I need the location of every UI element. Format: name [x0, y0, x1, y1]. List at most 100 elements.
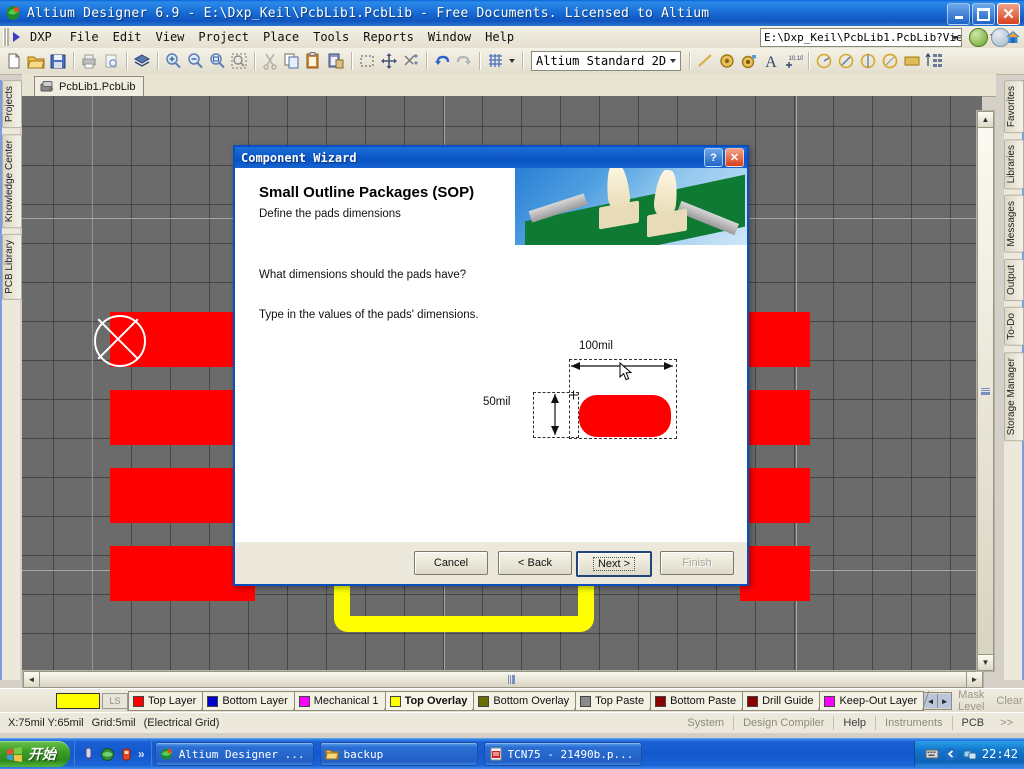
layer-tab-drill-guide[interactable]: Drill Guide: [742, 691, 821, 711]
clear-button[interactable]: Clear: [990, 695, 1024, 707]
select-area-icon[interactable]: [357, 51, 377, 71]
panel-tab-favorites[interactable]: Favorites: [1004, 80, 1024, 134]
layer-tab-bottom-paste[interactable]: Bottom Paste: [650, 691, 744, 711]
undo-icon[interactable]: [432, 51, 452, 71]
panel-tab-messages[interactable]: Messages: [1004, 195, 1024, 254]
panel-tab-pcb-library[interactable]: PCB Library: [2, 234, 22, 301]
canvas-vscrollbar[interactable]: ▲ ▼: [976, 110, 995, 672]
menu-tools[interactable]: Tools: [306, 28, 356, 46]
place-arc-edge-icon[interactable]: [836, 51, 856, 71]
place-pad-icon[interactable]: [717, 51, 737, 71]
panel-tab-todo[interactable]: To-Do: [1004, 307, 1024, 346]
status-system-button[interactable]: System: [680, 715, 731, 731]
place-arc-center-icon[interactable]: [814, 51, 834, 71]
layer-tab-mechanical-1[interactable]: Mechanical 1: [293, 691, 386, 711]
document-tab-pcblib[interactable]: PcbLib1.PcbLib: [34, 76, 145, 96]
paste-special-icon[interactable]: [326, 51, 346, 71]
pcb-pad-6[interactable]: [740, 468, 810, 523]
panel-tab-projects[interactable]: Projects: [2, 80, 22, 129]
scroll-left-button[interactable]: ◄: [23, 671, 40, 688]
place-via-icon[interactable]: [739, 51, 759, 71]
view-config-select[interactable]: Altium Standard 2D: [531, 51, 681, 71]
status-help-button[interactable]: Help: [836, 715, 873, 731]
navigate-back-button[interactable]: [969, 28, 988, 47]
dialog-close-button[interactable]: ✕: [725, 148, 744, 167]
vscroll-thumb[interactable]: [977, 127, 994, 655]
menu-help[interactable]: Help: [478, 28, 521, 46]
mask-level-button[interactable]: Mask Level: [952, 689, 990, 713]
pcb-pad-7[interactable]: [740, 390, 810, 445]
panel-tab-libraries[interactable]: Libraries: [1004, 139, 1024, 190]
paste-icon[interactable]: [304, 51, 324, 71]
move-icon[interactable]: [379, 51, 399, 71]
panel-tab-knowledge-center[interactable]: Knowledge Center: [2, 134, 22, 229]
place-line-icon[interactable]: [695, 51, 715, 71]
taskbar-item-altium[interactable]: Altium Designer ...: [154, 742, 314, 766]
scroll-up-button[interactable]: ▲: [977, 111, 994, 128]
menu-reports[interactable]: Reports: [356, 28, 421, 46]
layer-tab-bottom-layer[interactable]: Bottom Layer: [202, 691, 295, 711]
cancel-button[interactable]: Cancel: [414, 551, 488, 575]
copy-icon[interactable]: [282, 51, 302, 71]
grid-chevron-down-icon[interactable]: [509, 59, 515, 63]
place-full-circle-icon[interactable]: [880, 51, 900, 71]
layer-tab-top-paste[interactable]: Top Paste: [575, 691, 652, 711]
new-document-icon[interactable]: [4, 51, 24, 71]
scroll-down-button[interactable]: ▼: [977, 654, 994, 671]
tray-network-icon[interactable]: [963, 747, 977, 761]
clear-selection-icon[interactable]: [401, 51, 421, 71]
array-paste-icon[interactable]: [924, 51, 944, 71]
menu-file[interactable]: File: [63, 28, 106, 46]
quicklaunch-media-icon[interactable]: [81, 747, 96, 762]
maximize-button[interactable]: [972, 3, 995, 25]
print-icon[interactable]: [79, 51, 99, 71]
tray-keyboard-icon[interactable]: [925, 747, 939, 761]
scroll-right-button[interactable]: ►: [966, 671, 983, 688]
close-button[interactable]: ✕: [997, 3, 1020, 25]
taskbar-item-pdf[interactable]: TCN75 - 21490b.p...: [483, 742, 643, 766]
open-folder-icon[interactable]: [26, 51, 46, 71]
place-coordinate-icon[interactable]: 10,10: [783, 51, 804, 71]
menu-view[interactable]: View: [149, 28, 192, 46]
place-fill-icon[interactable]: [902, 51, 922, 71]
component-wizard-dialog[interactable]: Component Wizard ? ✕ Small Outline Packa…: [233, 145, 749, 586]
place-string-icon[interactable]: A: [761, 51, 781, 71]
minimize-button[interactable]: [947, 3, 970, 25]
canvas-hscrollbar[interactable]: ◄ ►: [22, 670, 984, 689]
start-button[interactable]: 开始: [0, 741, 70, 767]
chevron-down-icon[interactable]: [670, 59, 676, 63]
menu-dxp[interactable]: DXP: [11, 27, 63, 47]
chevron-down-icon[interactable]: [952, 35, 958, 40]
menubar-grip[interactable]: [3, 28, 9, 46]
dialog-help-button[interactable]: ?: [704, 148, 723, 167]
panel-tab-output[interactable]: Output: [1004, 259, 1024, 302]
pcb-pad-8[interactable]: [740, 312, 810, 367]
pcb-pad-5[interactable]: [740, 546, 810, 601]
address-input[interactable]: E:\Dxp_Keil\PcbLib1.PcbLib?View: [760, 28, 962, 47]
layer-tab-bottom-overlay[interactable]: Bottom Overlay: [473, 691, 577, 711]
quicklaunch-overflow-chevron[interactable]: »: [138, 747, 145, 761]
menu-window[interactable]: Window: [421, 28, 478, 46]
board-layers-icon[interactable]: [132, 51, 152, 71]
status-design-compiler-button[interactable]: Design Compiler: [736, 715, 831, 731]
tray-overflow-chevron-icon[interactable]: [944, 747, 958, 761]
quicklaunch-browser-icon[interactable]: [100, 747, 115, 762]
print-preview-icon[interactable]: [101, 51, 121, 71]
hscroll-thumb[interactable]: [39, 671, 983, 688]
zoom-out-icon[interactable]: [185, 51, 205, 71]
zoom-in-icon[interactable]: [163, 51, 183, 71]
menu-project[interactable]: Project: [191, 28, 256, 46]
back-button[interactable]: < Back: [498, 551, 572, 575]
layer-tab-top-overlay[interactable]: Top Overlay: [384, 691, 475, 711]
layer-set-selector[interactable]: LS: [56, 693, 128, 709]
status-overflow-chevron[interactable]: >>: [993, 715, 1020, 731]
layer-tab-keep-out-layer[interactable]: Keep-Out Layer: [819, 691, 925, 711]
status-instruments-button[interactable]: Instruments: [878, 715, 949, 731]
layer-scroll-right-icon[interactable]: ►: [938, 694, 952, 708]
zoom-selected-icon[interactable]: [229, 51, 249, 71]
grid-icon[interactable]: [485, 51, 505, 71]
tray-clock[interactable]: 22:42: [982, 747, 1018, 761]
save-icon[interactable]: [48, 51, 68, 71]
menu-place[interactable]: Place: [256, 28, 306, 46]
next-button[interactable]: Next >: [576, 551, 652, 577]
